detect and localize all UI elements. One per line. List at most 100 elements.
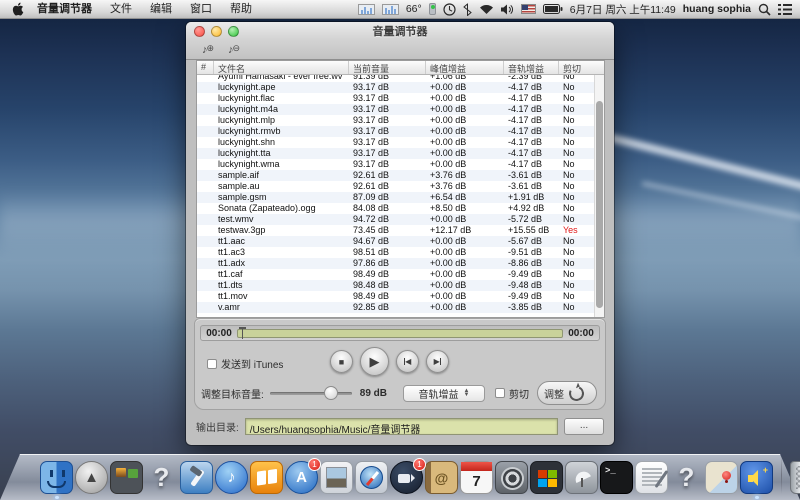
cell-current-volume: 93.17 dB xyxy=(349,115,426,126)
menu-help[interactable]: 帮助 xyxy=(221,0,261,19)
cell-current-volume: 97.86 dB xyxy=(349,258,426,269)
apple-menu-icon[interactable] xyxy=(8,2,28,16)
minimize-button[interactable] xyxy=(211,26,222,37)
table-row[interactable]: sample.aif92.61 dB+3.76 dB-3.61 dBNo xyxy=(197,170,604,181)
finder-icon[interactable] xyxy=(40,461,73,494)
remote-desktop-icon[interactable] xyxy=(530,461,563,494)
ibooks-icon[interactable] xyxy=(250,461,283,494)
table-row[interactable]: luckynight.tta93.17 dB+0.00 dB-4.17 dBNo xyxy=(197,148,604,159)
stop-button[interactable]: ■ xyxy=(330,350,353,373)
table-row[interactable]: v.amr92.85 dB+0.00 dB-3.85 dBNo xyxy=(197,302,604,313)
table-row[interactable]: luckynight.rmvb93.17 dB+0.00 dB-4.17 dBN… xyxy=(197,126,604,137)
browse-button[interactable]: ... xyxy=(564,418,604,435)
table-row[interactable]: luckynight.ape93.17 dB+0.00 dB-4.17 dBNo xyxy=(197,82,604,93)
maps-icon[interactable] xyxy=(705,461,738,494)
contacts-icon[interactable]: @ xyxy=(425,461,458,494)
trash-icon[interactable] xyxy=(790,461,800,494)
cell-current-volume: 93.17 dB xyxy=(349,148,426,159)
scrollbar-thumb[interactable] xyxy=(596,101,603,308)
menu-clock[interactable]: 6月7日 周六 上午11:49 xyxy=(570,2,676,17)
time-total: 00:00 xyxy=(563,328,599,339)
target-volume-slider[interactable] xyxy=(270,386,352,400)
cpu-graph-icon[interactable] xyxy=(358,4,375,15)
playback-progress[interactable]: 00:00 00:00 xyxy=(200,325,600,341)
textedit-icon[interactable] xyxy=(635,461,668,494)
table-row[interactable]: luckynight.wma93.17 dB+0.00 dB-4.17 dBNo xyxy=(197,159,604,170)
table-row[interactable]: luckynight.flac93.17 dB+0.00 dB-4.17 dBN… xyxy=(197,93,604,104)
calendar-icon[interactable]: 7 xyxy=(460,461,493,494)
table-row[interactable]: testwav.3gp73.45 dB+12.17 dB+15.55 dBYes xyxy=(197,225,604,236)
input-language-flag-icon[interactable] xyxy=(521,4,536,14)
user-menu[interactable]: huang sophia xyxy=(683,3,751,15)
terminal-icon[interactable]: >_ xyxy=(600,461,633,494)
close-button[interactable] xyxy=(194,26,205,37)
previous-button[interactable]: ◀ xyxy=(396,350,419,373)
slider-thumb[interactable] xyxy=(324,386,338,400)
cell-peak-gain: +0.00 dB xyxy=(426,291,504,302)
col-track-gain[interactable]: 音轨增益 xyxy=(504,61,559,74)
next-button[interactable]: ▶ xyxy=(426,350,449,373)
memory-graph-icon[interactable] xyxy=(382,4,399,15)
menu-file[interactable]: 文件 xyxy=(101,0,141,19)
table-row[interactable]: luckynight.m4a93.17 dB+0.00 dB-4.17 dBNo xyxy=(197,104,604,115)
xcode-icon[interactable] xyxy=(180,461,213,494)
bluetooth-icon[interactable] xyxy=(463,3,472,16)
add-files-button[interactable]: ♪⊕ xyxy=(202,43,214,57)
progress-marker[interactable] xyxy=(239,327,246,334)
cell-track-gain: +1.91 dB xyxy=(504,192,559,203)
table-row[interactable]: tt1.adx97.86 dB+0.00 dB-8.86 dBNo xyxy=(197,258,604,269)
col-index[interactable]: # xyxy=(197,61,214,74)
missing-app-icon[interactable]: ? xyxy=(145,461,178,494)
safari-icon[interactable] xyxy=(355,461,388,494)
col-current-volume[interactable]: 当前音量 xyxy=(349,61,426,74)
satellite-app-icon[interactable] xyxy=(565,461,598,494)
table-row[interactable]: Sonata (Zapateado).ogg84.08 dB+8.50 dB+4… xyxy=(197,203,604,214)
system-preferences-icon[interactable] xyxy=(495,461,528,494)
table-row[interactable]: tt1.aac94.67 dB+0.00 dB-5.67 dBNo xyxy=(197,236,604,247)
app-store-icon[interactable]: A1 xyxy=(285,461,318,494)
play-button[interactable]: ▶ xyxy=(360,347,389,376)
cell-peak-gain: +1.06 dB xyxy=(426,75,504,82)
remove-files-button[interactable]: ♪⊖ xyxy=(228,43,240,57)
col-clip[interactable]: 剪切 xyxy=(559,61,596,74)
imovie-icon[interactable]: 1 xyxy=(390,461,423,494)
table-row[interactable]: tt1.caf98.49 dB+0.00 dB-9.49 dBNo xyxy=(197,269,604,280)
volume-app-icon[interactable]: + xyxy=(740,461,773,494)
volume-icon[interactable] xyxy=(501,4,514,15)
col-filename[interactable]: 文件名 xyxy=(214,61,349,74)
table-row[interactable]: tt1.ac398.51 dB+0.00 dB-9.51 dBNo xyxy=(197,247,604,258)
table-row[interactable]: sample.gsm87.09 dB+6.54 dB+1.91 dBNo xyxy=(197,192,604,203)
clip-checkbox[interactable] xyxy=(495,388,505,398)
menu-edit[interactable]: 编辑 xyxy=(141,0,181,19)
battery-icon[interactable] xyxy=(543,4,563,14)
menu-window[interactable]: 窗口 xyxy=(181,0,221,19)
spotlight-icon[interactable] xyxy=(758,3,771,16)
itunes-icon[interactable]: ♪ xyxy=(215,461,248,494)
wifi-icon[interactable] xyxy=(479,4,494,15)
table-row[interactable]: tt1.dts98.48 dB+0.00 dB-9.48 dBNo xyxy=(197,280,604,291)
table-row[interactable]: sample.au92.61 dB+3.76 dB-3.61 dBNo xyxy=(197,181,604,192)
app-grid-icon[interactable] xyxy=(110,461,143,494)
title-bar[interactable]: 音量调节器 xyxy=(186,22,614,40)
send-to-itunes-checkbox[interactable] xyxy=(207,359,217,369)
menu-app-name[interactable]: 音量调节器 xyxy=(28,0,101,19)
clock-icon[interactable] xyxy=(443,3,456,16)
table-row[interactable]: luckynight.shn93.17 dB+0.00 dB-4.17 dBNo xyxy=(197,137,604,148)
table-row[interactable]: test.wmv94.72 dB+0.00 dB-5.72 dBNo xyxy=(197,214,604,225)
notification-center-icon[interactable] xyxy=(778,4,792,15)
adjust-button[interactable]: 调整 xyxy=(537,381,597,405)
status-stoplight-icon[interactable] xyxy=(429,3,436,15)
table-row[interactable]: Ayumi Hamasaki - ever free.wv91.39 dB+1.… xyxy=(197,75,604,82)
progress-bar[interactable] xyxy=(237,329,563,338)
missing-app-icon-2[interactable]: ? xyxy=(670,461,703,494)
col-peak-gain[interactable]: 峰值增益 xyxy=(426,61,504,74)
zoom-button[interactable] xyxy=(228,26,239,37)
weather-temp[interactable]: 66° xyxy=(406,3,422,15)
table-row[interactable]: luckynight.mlp93.17 dB+0.00 dB-4.17 dBNo xyxy=(197,115,604,126)
output-path-field[interactable]: /Users/huangsophia/Music/音量调节器 xyxy=(245,418,558,435)
launchpad-icon[interactable]: ▲ xyxy=(75,461,108,494)
table-scrollbar[interactable] xyxy=(594,75,604,317)
mail-icon[interactable] xyxy=(320,461,353,494)
table-row[interactable]: tt1.mov98.49 dB+0.00 dB-9.49 dBNo xyxy=(197,291,604,302)
gain-mode-dropdown[interactable]: 音轨增益 ▲▼ xyxy=(403,385,485,402)
